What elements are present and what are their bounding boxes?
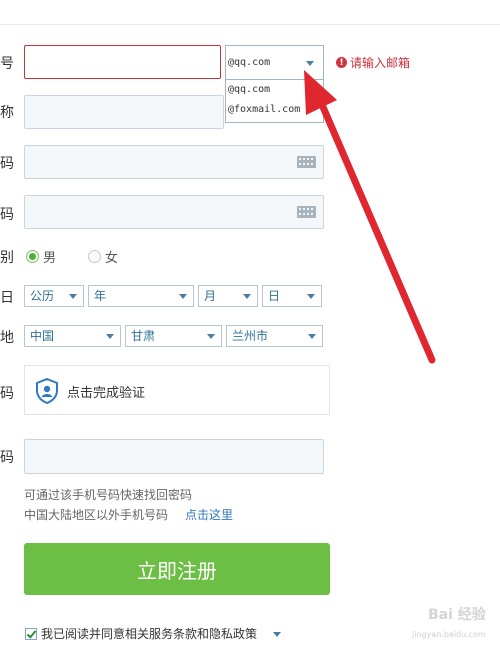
email-domain-option[interactable]: @foxmail.com [226, 100, 323, 120]
chevron-down-icon[interactable] [306, 61, 314, 66]
keyboard-icon[interactable] [297, 206, 316, 218]
phone-text-input[interactable] [25, 440, 323, 473]
email-error-text: 请输入邮箱 [350, 56, 411, 70]
watermark-logo: Bai 经验 [428, 607, 486, 623]
top-divider [0, 24, 500, 25]
captcha-verify-text: 点击完成验证 [67, 386, 146, 401]
gender-male-radio[interactable]: 男 [26, 247, 56, 266]
radio-icon[interactable] [88, 250, 101, 263]
password-label: 码 [0, 156, 14, 172]
country-select[interactable]: 中国 [24, 325, 121, 347]
nickname-label: 称 [0, 105, 14, 121]
email-domain-dropdown: @qq.com @foxmail.com [225, 79, 324, 123]
birth-month-value: 月 [204, 289, 217, 303]
birth-year-select[interactable]: 年 [88, 285, 194, 307]
province-value: 甘肃 [131, 329, 156, 343]
chevron-down-icon [308, 334, 316, 339]
chevron-down-icon [179, 294, 187, 299]
register-button[interactable]: 立即注册 [24, 543, 330, 595]
captcha-verify-box[interactable]: 点击完成验证 [24, 365, 330, 415]
keyboard-icon[interactable] [297, 156, 316, 168]
email-domain-value: @qq.com [228, 57, 271, 68]
calendar-type-select[interactable]: 公历 [24, 285, 84, 307]
chevron-down-icon [207, 334, 215, 339]
watermark-url: jingyan.baidu.com [412, 630, 486, 639]
chevron-down-icon [307, 294, 315, 299]
shield-icon [36, 378, 58, 404]
email-domain-option[interactable]: @qq.com [226, 80, 323, 100]
location-label: 地 [0, 330, 14, 346]
birth-year-value: 年 [94, 289, 107, 303]
birth-month-select[interactable]: 月 [198, 285, 258, 307]
chevron-down-icon [106, 334, 114, 339]
gender-female-radio[interactable]: 女 [88, 247, 118, 266]
error-icon: ! [336, 57, 347, 68]
province-select[interactable]: 甘肃 [125, 325, 222, 347]
password-text-input[interactable] [25, 146, 323, 178]
city-select[interactable]: 兰州市 [226, 325, 323, 347]
email-error: ! 请输入邮箱 [336, 54, 410, 71]
overseas-hint: 中国大陆地区以外手机号码 [24, 508, 169, 522]
watermark: Bai 经验 jingyan.baidu.com [398, 596, 498, 652]
email-input[interactable] [24, 45, 221, 79]
birth-day-select[interactable]: 日 [262, 285, 322, 307]
agreement-checkbox[interactable] [25, 627, 37, 640]
birthday-label: 日 [0, 290, 14, 306]
city-value: 兰州市 [232, 329, 269, 343]
phone-label: 码 [0, 450, 14, 466]
password-input[interactable] [24, 145, 324, 179]
phone-hint: 可通过该手机号码快速找回密码 [24, 488, 193, 502]
agreement-row: 我已阅读并同意相关服务条款和隐私政策 [25, 625, 282, 642]
verify-label: 码 [0, 386, 14, 402]
gender-label: 别 [0, 250, 14, 266]
nickname-text-input[interactable] [25, 96, 223, 128]
birth-day-value: 日 [268, 289, 281, 303]
confirm-password-text-input[interactable] [25, 196, 323, 228]
calendar-type-value: 公历 [30, 289, 55, 303]
email-domain-select[interactable]: @qq.com [225, 45, 324, 80]
chevron-down-icon [69, 294, 77, 299]
phone-input[interactable] [24, 439, 324, 474]
gender-female-label: 女 [105, 251, 119, 266]
nickname-input[interactable] [24, 95, 224, 129]
radio-selected-icon[interactable] [26, 250, 39, 263]
chevron-down-icon[interactable] [273, 632, 282, 637]
confirm-password-input[interactable] [24, 195, 324, 229]
agreement-text: 我已阅读并同意相关服务条款和隐私政策 [41, 627, 258, 641]
account-label: 号 [0, 56, 14, 72]
country-value: 中国 [30, 329, 55, 343]
gender-male-label: 男 [43, 251, 57, 266]
chevron-down-icon [243, 294, 251, 299]
email-text-input[interactable] [25, 46, 220, 78]
confirm-password-label: 码 [0, 207, 14, 223]
overseas-phone-link[interactable]: 点击这里 [185, 506, 233, 523]
